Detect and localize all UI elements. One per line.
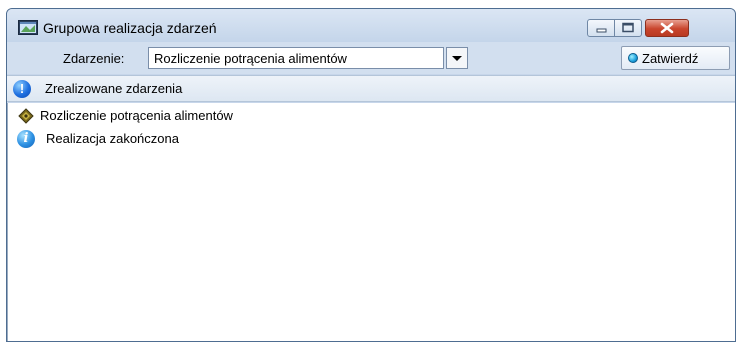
event-select-value: Rozliczenie potrącenia alimentów bbox=[154, 51, 347, 66]
event-dropdown-button[interactable] bbox=[446, 47, 468, 69]
close-button[interactable] bbox=[645, 19, 689, 37]
app-window-icon bbox=[18, 20, 38, 35]
event-toolbar: Zdarzenie: Rozliczenie potrącenia alimen… bbox=[7, 42, 735, 74]
list-item[interactable]: i Realizacja zakończona bbox=[8, 128, 735, 150]
confirm-button[interactable]: Zatwierdź bbox=[621, 46, 730, 70]
event-tag-icon bbox=[18, 108, 34, 124]
event-label: Zdarzenie: bbox=[63, 51, 125, 66]
chevron-down-icon bbox=[452, 56, 462, 61]
event-select[interactable]: Rozliczenie potrącenia alimentów bbox=[148, 47, 444, 69]
minimize-button[interactable] bbox=[587, 19, 615, 37]
info-icon: i bbox=[17, 130, 35, 148]
list-item-label: Realizacja zakończona bbox=[46, 131, 179, 146]
list-item[interactable]: Rozliczenie potrącenia alimentów bbox=[8, 105, 735, 127]
results-title: Zrealizowane zdarzenia bbox=[45, 81, 183, 96]
results-header: ! Zrealizowane zdarzenia bbox=[7, 75, 735, 102]
minimize-icon bbox=[596, 28, 607, 33]
list-item-label: Rozliczenie potrącenia alimentów bbox=[40, 108, 233, 123]
confirm-icon bbox=[628, 53, 638, 63]
exclamation-icon: ! bbox=[13, 80, 31, 98]
confirm-button-label: Zatwierdź bbox=[642, 51, 699, 66]
maximize-icon bbox=[622, 22, 634, 33]
window-title: Grupowa realizacja zdarzeń bbox=[43, 20, 217, 36]
maximize-button[interactable] bbox=[614, 19, 642, 37]
title-bar[interactable]: Grupowa realizacja zdarzeń bbox=[7, 9, 735, 42]
results-list: Rozliczenie potrącenia alimentów i Reali… bbox=[7, 103, 735, 341]
close-icon bbox=[660, 22, 674, 34]
event-window: Grupowa realizacja zdarzeń Zdarzenie: Ro… bbox=[6, 8, 736, 342]
